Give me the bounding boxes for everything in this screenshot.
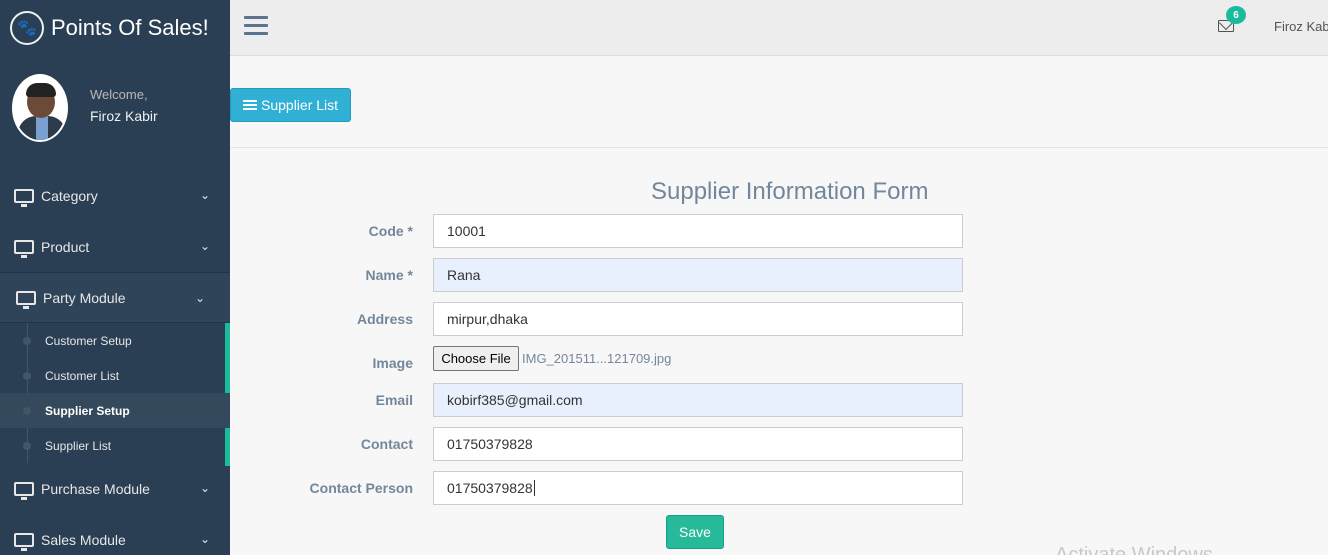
monitor-icon xyxy=(14,188,34,207)
code-label: Code * xyxy=(368,223,413,239)
user-menu[interactable]: Firoz Kabir xyxy=(1274,19,1328,34)
welcome-text: Welcome, xyxy=(90,87,148,102)
chevron-down-icon: ⌄ xyxy=(199,239,210,253)
save-button[interactable]: Save xyxy=(666,515,724,549)
brand[interactable]: 🐾 Points Of Sales! xyxy=(0,0,230,55)
paw-icon: 🐾 xyxy=(10,10,44,45)
address-label: Address xyxy=(356,311,413,327)
file-name: IMG_201511...121709.jpg xyxy=(522,351,672,366)
monitor-icon xyxy=(14,481,34,500)
sidebar-item-purchase-module[interactable]: Purchase Module ⌄ xyxy=(0,463,230,514)
submenu-customer-setup[interactable]: Customer Setup xyxy=(0,323,230,358)
monitor-icon xyxy=(16,290,36,309)
contact-person-label: Contact Person xyxy=(309,480,413,496)
top-nav: 6 Firoz Kabir xyxy=(230,0,1328,56)
contact-label: Contact xyxy=(360,436,413,452)
chevron-down-icon: ⌄ xyxy=(199,481,210,495)
sidebar-item-label: Product xyxy=(41,238,90,255)
name-field[interactable]: Rana xyxy=(433,258,963,292)
divider xyxy=(230,147,1328,148)
sidebar-item-product[interactable]: Product ⌄ xyxy=(0,221,230,272)
supplier-list-button[interactable]: Supplier List xyxy=(230,88,351,122)
chevron-down-icon: ⌄ xyxy=(194,291,205,305)
sidebar-item-label: Party Module xyxy=(43,289,126,306)
name-label: Name * xyxy=(365,267,413,283)
code-field[interactable]: 10001 xyxy=(433,214,963,248)
monitor-icon xyxy=(14,532,34,551)
submenu-supplier-list[interactable]: Supplier List xyxy=(0,428,230,463)
party-submenu: Customer Setup Customer List Supplier Se… xyxy=(0,323,230,463)
sidebar: 🐾 Points Of Sales! Welcome, Firoz Kabir … xyxy=(0,0,230,555)
activation-watermark: Activate Windows xyxy=(1055,544,1213,555)
chevron-down-icon: ⌄ xyxy=(199,188,210,202)
text-cursor xyxy=(533,480,535,496)
brand-title: Points Of Sales! xyxy=(51,14,209,40)
email-label: Email xyxy=(375,392,413,408)
submenu-supplier-setup[interactable]: Supplier Setup xyxy=(0,393,230,428)
form-title: Supplier Information Form xyxy=(651,178,929,205)
contact-person-field[interactable]: 01750379828 xyxy=(433,471,963,505)
list-icon xyxy=(243,98,257,112)
profile-name: Firoz Kabir xyxy=(90,108,158,124)
submenu-customer-list[interactable]: Customer List xyxy=(0,358,230,393)
contact-field[interactable]: 01750379828 xyxy=(433,427,963,461)
menu-toggle-icon[interactable] xyxy=(244,16,268,40)
choose-file-button[interactable]: Choose File xyxy=(433,346,519,371)
sidebar-item-label: Category xyxy=(41,187,98,204)
sidebar-item-label: Sales Module xyxy=(41,531,126,548)
sidebar-item-sales-module[interactable]: Sales Module ⌄ xyxy=(0,514,230,555)
profile: Welcome, Firoz Kabir xyxy=(12,74,158,142)
email-field[interactable]: kobirf385@gmail.com xyxy=(433,383,963,417)
sidebar-item-label: Purchase Module xyxy=(41,480,150,497)
sidebar-item-category[interactable]: Category ⌄ xyxy=(0,170,230,221)
monitor-icon xyxy=(14,239,34,258)
address-field[interactable]: mirpur,dhaka xyxy=(433,302,963,336)
sidebar-menu: Category ⌄ Product ⌄ Party Module ⌄ Cust… xyxy=(0,170,230,555)
sidebar-item-party-module[interactable]: Party Module ⌄ xyxy=(0,272,230,323)
image-label: Image xyxy=(372,355,413,371)
mail-count-badge: 6 xyxy=(1226,6,1246,24)
chevron-down-icon: ⌄ xyxy=(199,532,210,546)
avatar xyxy=(12,74,68,142)
